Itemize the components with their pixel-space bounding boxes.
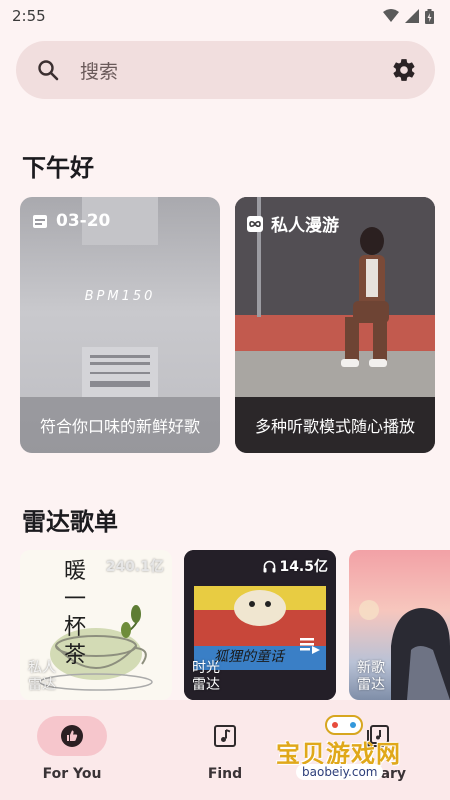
- thumb-up-icon: [61, 725, 83, 747]
- playlist-label: 私人 雷达: [28, 660, 56, 694]
- play-count-value: 14.5亿: [279, 559, 328, 575]
- play-count: 14.5亿: [263, 556, 328, 576]
- playlist-card[interactable]: 新歌 雷达: [349, 550, 450, 700]
- card-date: 03-20: [56, 211, 111, 231]
- infinity-icon: [247, 215, 263, 232]
- playlist-label-line2: 雷达: [357, 677, 385, 693]
- nav-pill: [190, 716, 260, 756]
- playlist-label: 时光 雷达: [192, 660, 220, 694]
- gear-icon[interactable]: [391, 57, 417, 83]
- private-roaming-card[interactable]: 私人漫游 多种听歌模式随心播放: [235, 197, 435, 453]
- status-bar: 2:55: [0, 0, 450, 32]
- wifi-icon: [383, 9, 399, 22]
- search-icon: [38, 60, 59, 81]
- playlist-label-line1: 私人: [28, 660, 56, 676]
- search-input[interactable]: 搜索: [80, 57, 391, 84]
- card-header: 03-20: [32, 211, 110, 231]
- playlist-label-line2: 雷达: [28, 677, 56, 693]
- playlist-art-text: 暖一杯茶: [64, 559, 87, 668]
- playlist-label-line2: 雷达: [192, 677, 220, 693]
- playlist-label-line1: 时光: [192, 660, 220, 676]
- card-header: 私人漫游: [247, 211, 339, 236]
- search-bar[interactable]: 搜索: [16, 41, 435, 99]
- music-note-icon: [214, 725, 236, 747]
- playlist-label-line1: 新歌: [357, 660, 385, 676]
- daily-recommend-card[interactable]: BPM150 03-20 符合你口味的新鲜好歌: [20, 197, 220, 453]
- watermark-line2: baobeiy.com: [296, 764, 384, 780]
- signal-icon: [405, 9, 419, 23]
- nav-active-pill: [37, 716, 107, 756]
- battery-icon: [425, 8, 434, 24]
- play-count: 240.1亿: [106, 556, 164, 576]
- card-caption: 符合你口味的新鲜好歌: [20, 397, 220, 453]
- status-icons: [383, 8, 434, 24]
- nav-for-you[interactable]: For You: [17, 716, 127, 792]
- playlist-label: 新歌 雷达: [357, 660, 385, 694]
- watermark: 宝贝游戏网 baobeiy.com: [268, 712, 428, 788]
- playlist-card[interactable]: 暖一杯茶 240.1亿 私人 雷达: [20, 550, 172, 700]
- playlist-art-text: 狐狸的童话: [214, 649, 284, 665]
- nav-label: Find: [207, 766, 243, 782]
- calendar-icon: [33, 215, 47, 228]
- greeting-title: 下午好: [22, 154, 94, 182]
- card-caption: 多种听歌模式随心播放: [235, 397, 435, 453]
- nav-label: For You: [42, 766, 102, 782]
- nav-find[interactable]: Find: [170, 716, 280, 792]
- album-art-text: BPM150: [84, 289, 156, 304]
- playlist-card[interactable]: 狐狸的童话 14.5亿 时光 雷达: [184, 550, 336, 700]
- headphones-icon: [263, 560, 276, 572]
- radar-section-title: 雷达歌单: [22, 508, 118, 536]
- status-time: 2:55: [12, 7, 46, 25]
- card-title: 私人漫游: [271, 216, 339, 236]
- play-count-value: 240.1亿: [105, 559, 164, 575]
